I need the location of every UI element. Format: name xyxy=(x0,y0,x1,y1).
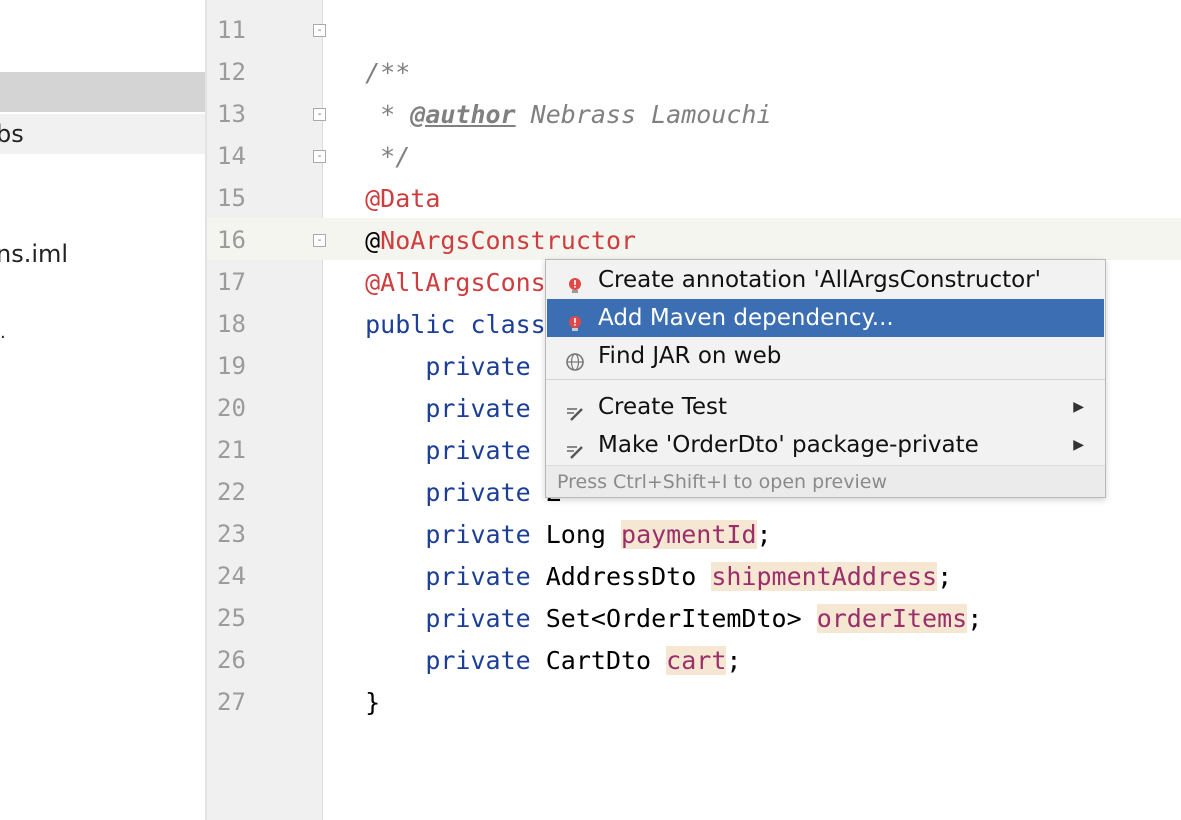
bulb-icon xyxy=(565,270,585,293)
code-line[interactable]: /** xyxy=(335,10,410,87)
doc-author-tag: @author xyxy=(410,100,516,129)
closing-brace: } xyxy=(365,688,381,717)
project-tree-panel: bs ns.iml . xyxy=(0,0,207,820)
popup-preview-hint: Press Ctrl+Shift+I to open preview xyxy=(546,465,1105,497)
popup-item-label: Make 'OrderDto' package-private xyxy=(598,432,979,458)
line-number: 14 xyxy=(217,142,246,170)
semicolon: ; xyxy=(967,604,983,633)
intention-actions-popup: Create annotation 'AllArgsConstructor' A… xyxy=(545,259,1106,498)
line-number: 12 xyxy=(217,58,246,86)
line-number: 11 xyxy=(217,16,246,44)
code-line[interactable]: @NoArgsConstructor xyxy=(335,178,636,255)
line-number: 26 xyxy=(217,646,246,674)
popup-separator xyxy=(546,379,1105,380)
field-name: orderItems xyxy=(816,604,968,633)
code-line[interactable]: public class xyxy=(335,262,546,339)
code-line[interactable]: @AllArgsConstructor xyxy=(335,220,651,297)
line-number: 19 xyxy=(217,352,246,380)
globe-icon xyxy=(565,346,585,371)
popup-item-label: Create Test xyxy=(598,394,728,420)
line-number: 20 xyxy=(217,394,246,422)
line-number: 27 xyxy=(217,688,246,716)
popup-item-create-test[interactable]: Create Test ▶ xyxy=(547,388,1104,426)
submenu-arrow-icon: ▶ xyxy=(1073,437,1084,453)
submenu-arrow-icon: ▶ xyxy=(1073,399,1084,415)
popup-item-label: Add Maven dependency... xyxy=(598,305,894,331)
code-line[interactable]: private S xyxy=(335,388,560,465)
project-tree-selected-row[interactable] xyxy=(0,72,205,112)
code-line[interactable]: private L xyxy=(335,304,560,381)
semicolon: ; xyxy=(726,646,742,675)
fold-collapse-icon[interactable]: - xyxy=(313,108,326,121)
project-tree-item[interactable]: bs xyxy=(0,114,205,154)
code-line[interactable]: private B xyxy=(335,346,560,423)
line-number: 15 xyxy=(217,184,246,212)
popup-item-make-package-private[interactable]: Make 'OrderDto' package-private ▶ xyxy=(547,426,1104,464)
fold-collapse-icon[interactable]: - xyxy=(313,24,326,37)
project-tree-item-label: ns.iml xyxy=(0,240,69,268)
project-tree-fragment: . xyxy=(0,322,6,343)
project-tree-item-label: bs xyxy=(0,120,24,148)
line-number: 16 xyxy=(217,226,246,254)
line-number: 23 xyxy=(217,520,246,548)
keyword-private: private xyxy=(425,646,531,675)
code-line[interactable]: */ xyxy=(335,94,410,171)
code-line[interactable]: private AddressDto shipmentAddress; xyxy=(335,514,952,591)
field-name: cart xyxy=(666,646,727,675)
line-number: 21 xyxy=(217,436,246,464)
fold-collapse-icon[interactable]: - xyxy=(313,150,326,163)
popup-item-create-annotation[interactable]: Create annotation 'AllArgsConstructor' xyxy=(547,261,1104,299)
pencil-icon xyxy=(565,435,585,459)
line-number: 24 xyxy=(217,562,246,590)
bulb-icon xyxy=(565,308,585,331)
line-number: 17 xyxy=(217,268,246,296)
code-line[interactable]: private Set<OrderItemDto> orderItems; xyxy=(335,556,982,633)
line-number: 22 xyxy=(217,478,246,506)
project-tree-item[interactable]: ns.iml xyxy=(0,234,205,274)
fold-collapse-icon[interactable]: - xyxy=(313,234,326,247)
code-line[interactable]: * @author Nebrass Lamouchi xyxy=(335,52,771,129)
line-number: 13 xyxy=(217,100,246,128)
doc-author-name: Nebrass Lamouchi xyxy=(515,100,772,129)
popup-item-find-jar[interactable]: Find JAR on web xyxy=(547,337,1104,375)
popup-item-label: Find JAR on web xyxy=(598,343,782,369)
line-number: 18 xyxy=(217,310,246,338)
code-line[interactable]: @Data xyxy=(335,136,440,213)
field-type: CartDto xyxy=(545,646,652,675)
code-line[interactable]: private CartDto cart; xyxy=(335,598,741,675)
code-line[interactable]: private Z xyxy=(335,430,560,507)
pencil-icon xyxy=(565,397,585,421)
popup-item-label: Create annotation 'AllArgsConstructor' xyxy=(598,267,1041,293)
code-line[interactable]: } xyxy=(335,640,380,717)
popup-item-add-maven-dependency[interactable]: Add Maven dependency... xyxy=(547,299,1104,337)
line-number: 25 xyxy=(217,604,246,632)
